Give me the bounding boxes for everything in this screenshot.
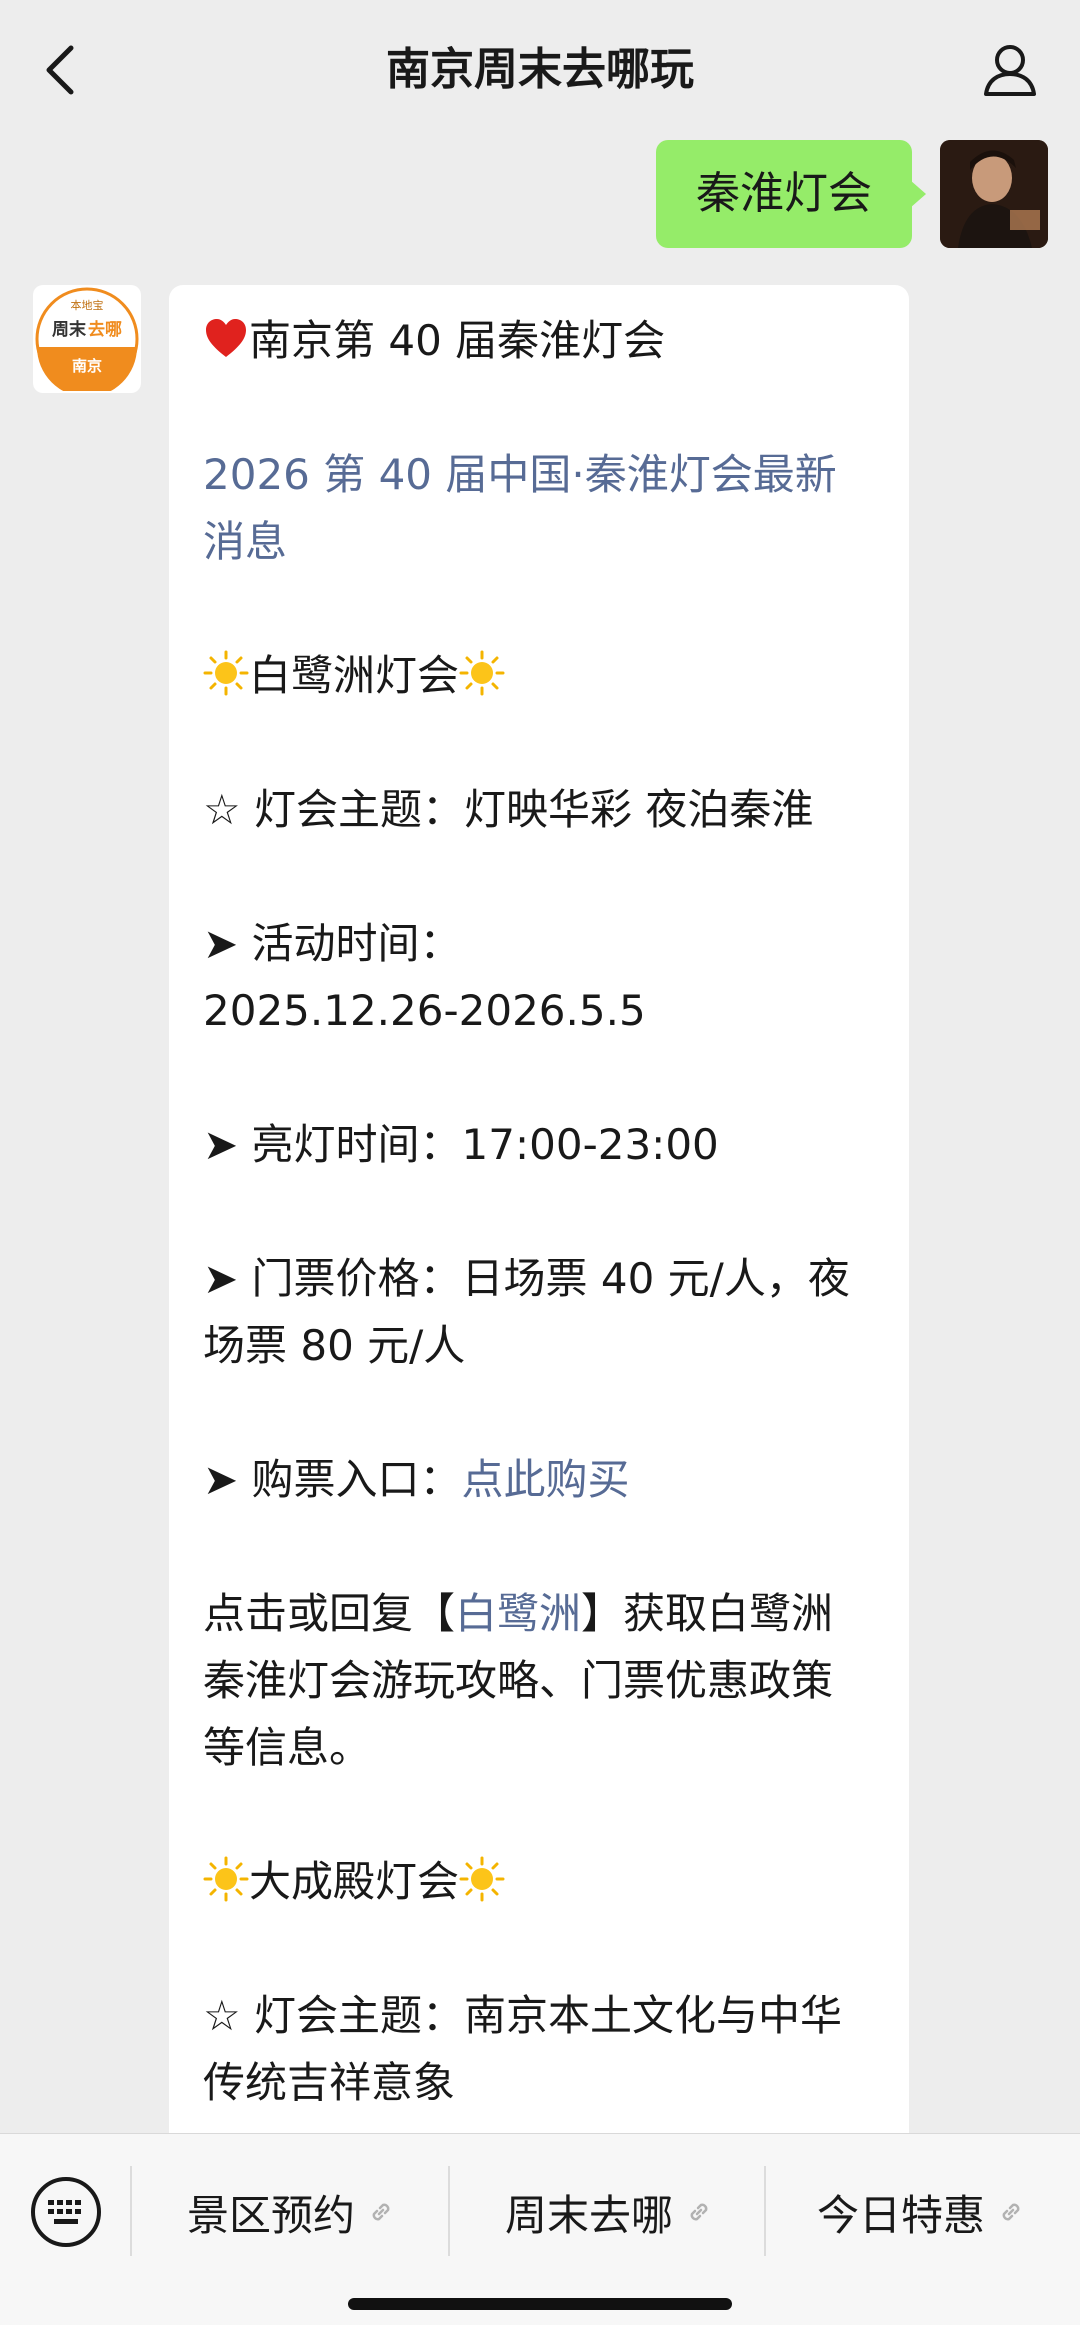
user-avatar-photo <box>940 140 1048 248</box>
chat-header: 南京周末去哪玩 <box>0 0 1080 140</box>
message-title: 南京第 40 届秦淮灯会 <box>249 316 666 365</box>
sun-icon <box>459 650 505 696</box>
bot-logo-badge: 本地宝 <box>71 298 104 312</box>
menu-item-label: 景区预约 <box>186 2190 355 2240</box>
reply-line-2: 秦淮灯会游玩攻略、门票优惠政策 <box>203 1656 834 1705</box>
user-avatar[interactable] <box>940 140 1048 248</box>
menu-item-weekend[interactable]: 周末去哪 <box>450 2174 768 2250</box>
theme1-line: ☆ 灯会主题：灯映华彩 夜泊秦淮 <box>203 785 814 834</box>
reply-line-3: 等信息。 <box>203 1723 372 1772</box>
bot-logo-city: 南京 <box>72 357 102 375</box>
reply-prefix: 点击或回复【 <box>203 1589 456 1638</box>
bot-logo-brand-a: 周末 <box>52 319 87 340</box>
link-icon <box>690 2203 708 2221</box>
section2-title: 大成殿灯会 <box>249 1857 460 1906</box>
sun-icon <box>203 650 249 696</box>
incoming-message-bubble: 南京第 40 届秦淮灯会 2026 第 40 届中国·秦淮灯会最新 消息 白鹭洲… <box>169 285 909 2185</box>
user-icon <box>984 45 1036 96</box>
section2-title-line: 大成殿灯会 <box>203 1848 877 1915</box>
menu-item-scenic-booking[interactable]: 景区预约 <box>132 2174 450 2250</box>
bot-logo-brand-b: 去哪 <box>88 319 122 340</box>
message-title-line: 南京第 40 届秦淮灯会 <box>203 307 877 374</box>
sun-icon <box>203 1856 249 1902</box>
chevron-left-icon <box>46 45 74 95</box>
bottom-menu-bar: 景区预约 周末去哪 今日特惠 <box>0 2133 1080 2325</box>
news-link[interactable]: 2026 第 40 届中国·秦淮灯会最新 <box>203 441 877 508</box>
outgoing-message-row: 秦淮灯会 <box>656 140 1048 248</box>
page-title: 南京周末去哪玩 <box>386 44 694 95</box>
purchase-link[interactable]: 点此购买 <box>462 1455 630 1504</box>
keyboard-icon <box>31 2177 101 2247</box>
back-button[interactable] <box>30 30 90 110</box>
home-indicator[interactable] <box>348 2298 732 2310</box>
news-link-line-1: 2026 第 40 届中国·秦淮灯会最新 <box>203 450 837 499</box>
link-icon <box>372 2203 390 2221</box>
lighting-line: ➤ 亮灯时间：17:00-23:00 <box>203 1120 719 1169</box>
menu-item-daily-deals[interactable]: 今日特惠 <box>766 2174 1076 2250</box>
theme2-line-2: 传统吉祥意象 <box>203 2058 456 2107</box>
keyboard-toggle-button[interactable] <box>28 2174 104 2250</box>
reply-keyword-link[interactable]: 白鹭洲 <box>455 1589 581 1638</box>
reply-suffix: 】获取白鹭洲 <box>581 1589 834 1638</box>
menu-item-label: 周末去哪 <box>504 2190 673 2240</box>
heart-icon <box>206 319 246 357</box>
sun-icon <box>459 1856 505 1902</box>
news-link-cont[interactable]: 消息 <box>203 508 877 575</box>
outgoing-message-bubble[interactable]: 秦淮灯会 <box>656 140 926 248</box>
section1-title-line: 白鹭洲灯会 <box>203 642 877 709</box>
menu-item-label: 今日特惠 <box>816 2190 985 2240</box>
ticket-line-1: ➤ 门票价格：日场票 40 元/人，夜 <box>203 1254 850 1303</box>
theme2-line-1: ☆ 灯会主题：南京本土文化与中华 <box>203 1991 843 2040</box>
bot-logo: 本地宝 周末 去哪 南京 <box>35 287 139 391</box>
news-link-line-2: 消息 <box>203 517 288 566</box>
bot-avatar[interactable]: 本地宝 周末 去哪 南京 <box>33 285 141 393</box>
purchase-line: ➤ 购票入口：点此购买 <box>203 1446 877 1513</box>
activity-value: 2025.12.26-2026.5.5 <box>203 986 646 1035</box>
reply-line-1: 点击或回复【白鹭洲】获取白鹭洲 <box>203 1580 877 1647</box>
incoming-message-row: 本地宝 周末 去哪 南京 南京第 40 届秦淮灯会 2026 第 40 届中国·… <box>33 285 909 2185</box>
profile-button[interactable] <box>970 30 1050 110</box>
ticket-line-2: 场票 80 元/人 <box>203 1321 466 1370</box>
link-icon <box>1002 2203 1020 2221</box>
purchase-label: ➤ 购票入口： <box>203 1455 462 1504</box>
activity-label: ➤ 活动时间： <box>203 919 462 968</box>
section1-title: 白鹭洲灯会 <box>249 651 460 700</box>
